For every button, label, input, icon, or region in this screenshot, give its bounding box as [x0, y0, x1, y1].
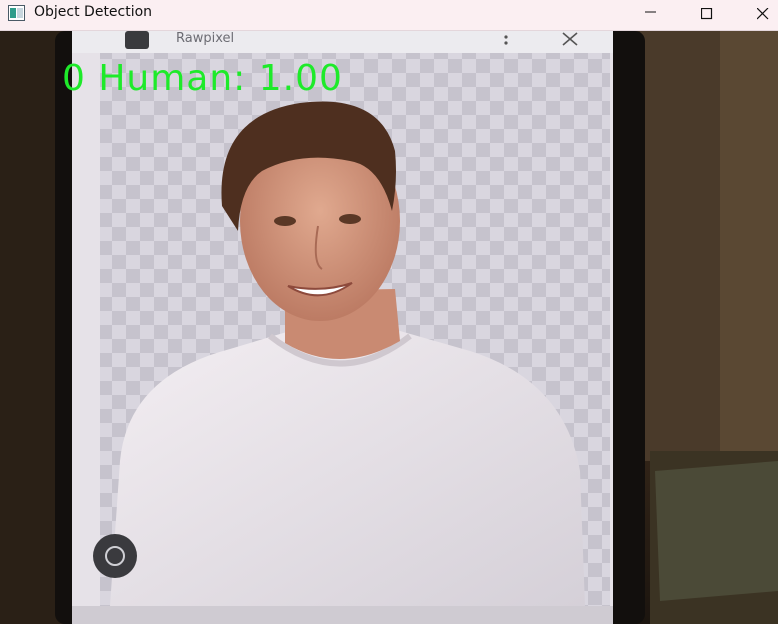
minimize-icon [645, 11, 656, 13]
maximize-icon [701, 8, 713, 20]
window-title: Object Detection [34, 4, 153, 20]
camera-frame-image [0, 31, 778, 624]
close-icon [757, 8, 769, 20]
minimize-button[interactable] [624, 0, 680, 30]
phone-app-name: Rawpixel [176, 31, 235, 46]
title-bar[interactable]: Object Detection [0, 0, 778, 31]
object-detection-window: Object Detection Rawpixel 0 Human: 1.00 [0, 0, 778, 624]
app-window-icon [8, 5, 25, 21]
camera-feed: Rawpixel 0 Human: 1.00 [0, 31, 778, 624]
close-button[interactable] [728, 0, 778, 30]
detection-label: 0 Human: 1.00 [62, 58, 343, 99]
